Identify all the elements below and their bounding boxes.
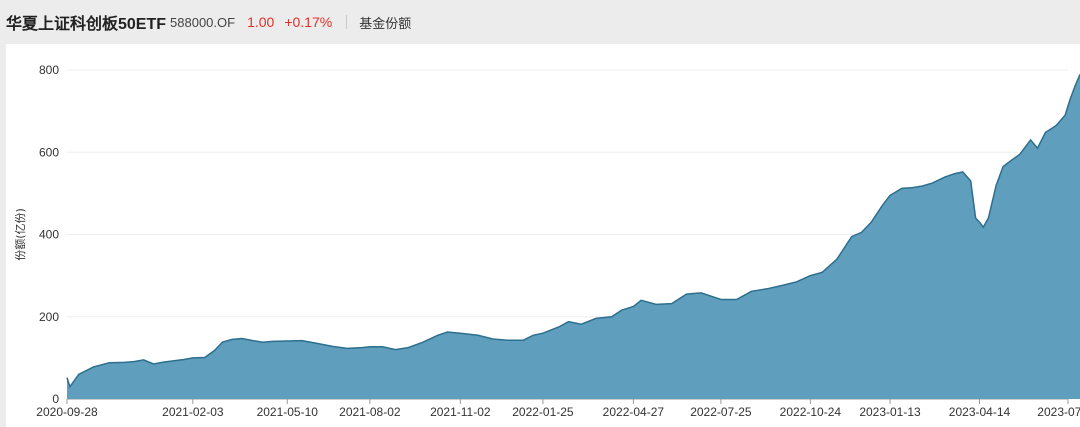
metric-label: 基金份额 [359, 15, 412, 31]
fund-price: 1.00 [247, 14, 275, 30]
x-tick-label: 2021-11-02 [430, 405, 491, 419]
x-tick-label: 2022-07-25 [690, 405, 752, 419]
x-tick-label: 2021-05-10 [257, 405, 319, 419]
header-divider [346, 15, 348, 29]
fund-change: +0.17% [284, 14, 333, 30]
fund-code: 588000.OF [170, 14, 236, 30]
x-tick-label: 2022-10-24 [780, 405, 842, 419]
fund-share-chart: 0 200 400 600 800 2020-09-28 2021-02-03 2021-0… [14, 63, 1080, 419]
y-axis-ticks: 0 200 400 600 800 [39, 63, 59, 406]
x-tick-label: 2020-09-28 [36, 405, 98, 419]
chart-panel: 0 200 400 600 800 2020-09-28 2021-02-03 2021-0… [6, 44, 1080, 427]
x-tick-label: 2023-01-13 [859, 405, 921, 419]
fund-name: 华夏上证科创板50ETF [6, 16, 167, 33]
x-tick-label: 2023-07-13 [1037, 405, 1080, 419]
y-tick-label: 800 [39, 63, 59, 77]
y-axis-label: 份额(亿份) [14, 208, 27, 261]
area-series [67, 74, 1080, 399]
x-axis-ticks: 2020-09-28 2021-02-03 2021-05-10 2021-08-02… [36, 399, 1080, 419]
y-tick-label: 400 [39, 228, 59, 242]
x-tick-label: 2023-04-14 [949, 405, 1011, 419]
x-tick-label: 2021-08-02 [339, 405, 401, 419]
x-tick-label: 2021-02-03 [162, 405, 224, 419]
y-tick-label: 0 [52, 392, 59, 406]
x-tick-label: 2022-04-27 [603, 405, 665, 419]
y-tick-label: 200 [39, 310, 59, 324]
chart-header: 华夏上证科创板50ETF 588000.OF 1.00 +0.17% 基金份额 [0, 0, 1080, 44]
x-tick-label: 2022-01-25 [512, 405, 574, 419]
y-tick-label: 600 [39, 145, 59, 159]
